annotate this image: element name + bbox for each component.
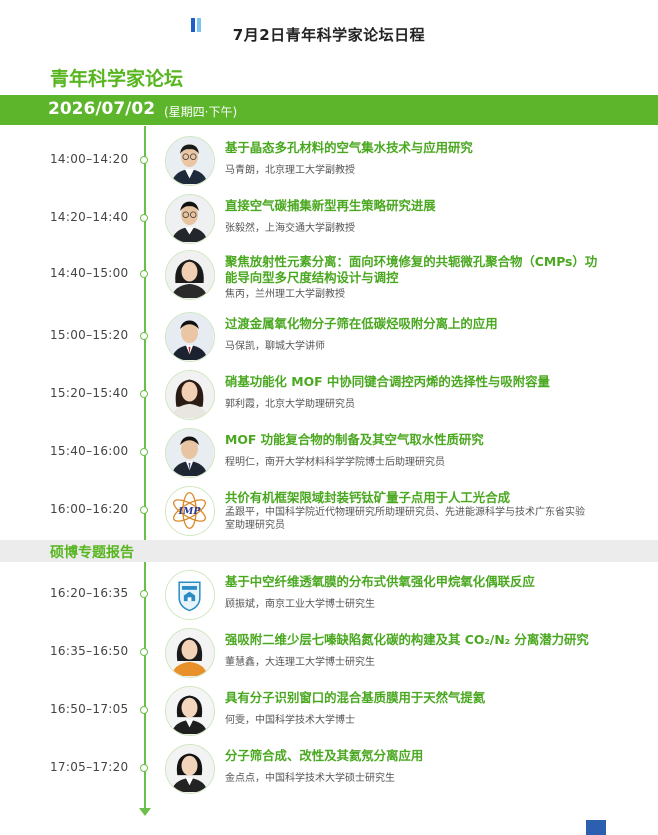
- speaker-info: 张毅然，上海交通大学副教授: [225, 223, 355, 234]
- female-portrait-icon: [165, 628, 215, 678]
- speaker-info: 董慧鑫，大连理工大学博士研究生: [225, 657, 375, 668]
- schedule-item: 16:00–16:20 IMP 共价有机框架限域封装钙钛矿量子点用于人工光合成 …: [0, 484, 658, 540]
- time-slot: 14:20–14:40: [50, 210, 129, 224]
- talk-title: 直接空气碳捕集新型再生策略研究进展: [225, 198, 436, 213]
- talk-title: 强吸附二维少层七嗪缺陷氮化碳的构建及其 CO₂/N₂ 分离潜力研究: [225, 632, 589, 647]
- timeline-arrow-icon: [139, 808, 151, 816]
- corner-decoration: [586, 820, 606, 835]
- date-weekday: (星期四·下午): [164, 105, 238, 119]
- schedule-item: 16:20–16:35 基于中空纤维透氧膜的分布式供氧强化甲烷氧化偶联反应 顾振…: [0, 568, 658, 624]
- speaker-info: 金点点，中国科学技术大学硕士研究生: [225, 773, 395, 784]
- talk-title: MOF 功能复合物的制备及其空气取水性质研究: [225, 432, 484, 447]
- female-portrait-icon: [165, 370, 215, 420]
- page-header: 7月2日青年科学家论坛日程: [0, 14, 658, 44]
- speaker-info: 郭利霞，北京大学助理研究员: [225, 399, 355, 410]
- schedule-item: 16:35–16:50 强吸附二维少层七嗪缺陷氮化碳的构建及其 CO₂/N₂ 分…: [0, 626, 658, 682]
- institute-logo-icon: IMP: [165, 486, 215, 536]
- talk-title: 具有分子识别窗口的混合基质膜用于天然气提氦: [225, 690, 486, 705]
- timeline-dot-icon: [140, 648, 148, 656]
- talk-title: 分子筛合成、改性及其氦氖分离应用: [225, 748, 424, 763]
- schedule-item: 14:40–15:00 聚焦放射性元素分离：面向环境修复的共轭微孔聚合物（CMP…: [0, 248, 658, 304]
- talk-title: 硝基功能化 MOF 中协同键合调控丙烯的选择性与吸附容量: [225, 374, 550, 389]
- female-portrait-icon: [165, 686, 215, 736]
- timeline-dot-icon: [140, 590, 148, 598]
- time-slot: 17:05–17:20: [50, 760, 129, 774]
- timeline-dot-icon: [140, 706, 148, 714]
- timeline-dot-icon: [140, 156, 148, 164]
- timeline-dot-icon: [140, 214, 148, 222]
- speaker-info: 程明仁，南开大学材料科学学院博士后助理研究员: [225, 457, 445, 468]
- talk-title: 共价有机框架限域封装钙钛矿量子点用于人工光合成: [225, 490, 510, 505]
- schedule-item: 17:05–17:20 分子筛合成、改性及其氦氖分离应用 金点点，中国科学技术大…: [0, 742, 658, 798]
- schedule-item: 15:40–16:00 MOF 功能复合物的制备及其空气取水性质研究 程明仁，南…: [0, 426, 658, 482]
- institute-logo-text: IMP: [178, 506, 202, 517]
- section-bar-graduate: 硕博专题报告: [0, 540, 658, 562]
- speaker-info: 马青朗，北京理工大学副教授: [225, 165, 355, 176]
- section-title-forum: 青年科学家论坛: [50, 68, 184, 90]
- timeline-dot-icon: [140, 270, 148, 278]
- timeline-dot-icon: [140, 764, 148, 772]
- time-slot: 15:20–15:40: [50, 386, 129, 400]
- female-portrait-icon: [165, 744, 215, 794]
- timeline-dot-icon: [140, 506, 148, 514]
- timeline-dot-icon: [140, 332, 148, 340]
- time-slot: 16:50–17:05: [50, 702, 129, 716]
- schedule-item: 16:50–17:05 具有分子识别窗口的混合基质膜用于天然气提氦 何雯，中国科…: [0, 684, 658, 740]
- time-slot: 14:00–14:20: [50, 152, 129, 166]
- time-slot: 16:35–16:50: [50, 644, 129, 658]
- timeline-dot-icon: [140, 448, 148, 456]
- schedule-item: 15:20–15:40 硝基功能化 MOF 中协同键合调控丙烯的选择性与吸附容量…: [0, 368, 658, 424]
- speaker-info: 顾振斌，南京工业大学博士研究生: [225, 599, 375, 610]
- schedule-item: 14:20–14:40 直接空气碳捕集新型再生策略研究进展 张毅然，上海交通大学…: [0, 192, 658, 248]
- time-slot: 16:20–16:35: [50, 586, 129, 600]
- time-slot: 14:40–15:00: [50, 266, 129, 280]
- male-portrait-icon: [165, 136, 215, 186]
- page-title: 7月2日青年科学家论坛日程: [232, 26, 426, 44]
- speaker-info: 马保凯，聊城大学讲师: [225, 341, 325, 352]
- time-slot: 15:00–15:20: [50, 328, 129, 342]
- male-portrait-icon: [165, 194, 215, 244]
- section-title-graduate: 硕博专题报告: [50, 545, 134, 561]
- time-slot: 16:00–16:20: [50, 502, 129, 516]
- talk-title: 过渡金属氧化物分子筛在低碳烃吸附分离上的应用: [225, 316, 498, 331]
- university-badge-logo-icon: [165, 570, 215, 620]
- timeline-dot-icon: [140, 390, 148, 398]
- date-bar: 2026/07/02 (星期四·下午): [0, 95, 658, 125]
- male-portrait-icon: [165, 428, 215, 478]
- schedule-item: 15:00–15:20 过渡金属氧化物分子筛在低碳烃吸附分离上的应用 马保凯，聊…: [0, 310, 658, 366]
- female-portrait-icon: [165, 250, 215, 300]
- date-text: 2026/07/02: [48, 99, 156, 119]
- speaker-info: 孟跟平，中国科学院近代物理研究所助理研究员、先进能源科学与技术广东省实验室助理研…: [225, 507, 585, 531]
- speaker-info: 焦丙，兰州理工大学副教授: [225, 289, 345, 300]
- male-portrait-icon: [165, 312, 215, 362]
- schedule-item: 14:00–14:20 基于晶态多孔材料的空气集水技术与应用研究 马青朗，北京理…: [0, 134, 658, 190]
- time-slot: 15:40–16:00: [50, 444, 129, 458]
- speaker-info: 何雯，中国科学技术大学博士: [225, 715, 355, 726]
- talk-title: 聚焦放射性元素分离：面向环境修复的共轭微孔聚合物（CMPs）功能导向型多尺度结构…: [225, 254, 598, 285]
- talk-title: 基于晶态多孔材料的空气集水技术与应用研究: [225, 140, 473, 155]
- talk-title: 基于中空纤维透氧膜的分布式供氧强化甲烷氧化偶联反应: [225, 574, 535, 589]
